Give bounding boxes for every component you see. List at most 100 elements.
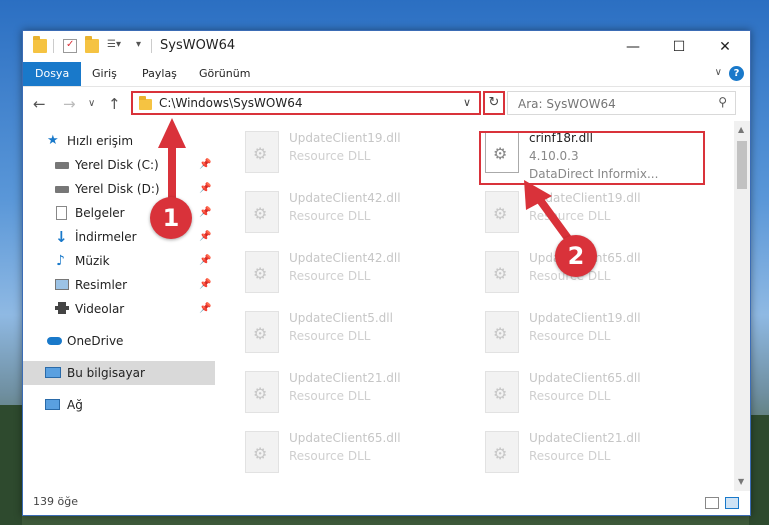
pin-icon[interactable]: 📌 (199, 153, 211, 177)
file-type: Resource DLL (529, 449, 611, 463)
vertical-scrollbar[interactable]: ▲ ▼ (734, 121, 750, 491)
dll-file-icon (485, 191, 519, 233)
sidebar-item-this-pc[interactable]: Bu bilgisayar (23, 361, 215, 385)
file-item[interactable]: UpdateClient5.dll Resource DLL (245, 309, 475, 365)
search-input[interactable] (516, 93, 720, 115)
close-button[interactable]: ✕ (702, 31, 748, 62)
help-icon[interactable]: ? (729, 66, 744, 81)
sidebar-item-music[interactable]: ♪ Müzik 📌 (23, 249, 215, 273)
navigation-pane: ★ Hızlı erişim Yerel Disk (C:) 📌 Yerel D… (23, 121, 215, 491)
sidebar-item-onedrive[interactable]: OneDrive (23, 329, 215, 353)
sidebar-item-label: Resimler (75, 278, 128, 292)
separator (151, 39, 152, 53)
new-folder-icon[interactable] (85, 36, 99, 53)
window-title: SysWOW64 (160, 38, 236, 53)
document-icon (56, 206, 67, 220)
sidebar-item-local-disk-d[interactable]: Yerel Disk (D:) 📌 (23, 177, 215, 201)
file-item[interactable]: UpdateClient42.dll Resource DLL (245, 249, 475, 305)
navigation-bar: ← → ∨ ↑ C:\Windows\SysWOW64 ∨ ↻ ⚲ (23, 87, 750, 119)
sidebar-item-label: Bu bilgisayar (67, 366, 145, 380)
drive-icon (55, 186, 69, 193)
file-item[interactable]: UpdateClient65.dll Resource DLL (485, 249, 715, 305)
customize-toolbar-icon[interactable]: ☰▾ (107, 39, 121, 53)
sidebar-item-label: Belgeler (75, 206, 125, 220)
maximize-button[interactable]: ☐ (656, 31, 702, 62)
highlight-box (479, 131, 705, 185)
search-icon[interactable]: ⚲ (718, 95, 727, 109)
scroll-thumb[interactable] (737, 141, 747, 189)
file-name: UpdateClient65.dll (529, 371, 641, 385)
file-item[interactable]: UpdateClient19.dll Resource DLL (245, 129, 475, 185)
chevron-down-icon[interactable]: ▾ (136, 39, 150, 53)
file-name: UpdateClient5.dll (289, 311, 393, 325)
back-arrow-icon[interactable]: ← (33, 95, 46, 113)
chevron-down-icon[interactable]: ∨ (463, 96, 471, 109)
file-name: UpdateClient42.dll (289, 191, 401, 205)
explorer-window: ✓ ☰▾ ▾ SysWOW64 — ☐ ✕ Dosya Giriş Paylaş… (22, 30, 751, 516)
file-type: Resource DLL (529, 329, 611, 343)
sidebar-item-network[interactable]: Ağ (23, 393, 215, 417)
address-path: C:\Windows\SysWOW64 (159, 96, 303, 110)
tab-paylas[interactable]: Paylaş (130, 62, 189, 86)
tab-giris[interactable]: Giriş (80, 62, 129, 86)
file-type: Resource DLL (529, 209, 611, 223)
star-icon: ★ (47, 133, 59, 148)
minimize-button[interactable]: — (610, 31, 656, 62)
tab-dosya[interactable]: Dosya (23, 62, 82, 86)
folder-icon (139, 96, 152, 110)
sidebar-item-label: Yerel Disk (D:) (75, 182, 160, 196)
file-item[interactable]: UpdateClient21.dll Resource DLL (245, 369, 475, 425)
sidebar-item-pictures[interactable]: Resimler 📌 (23, 273, 215, 297)
download-arrow-icon: ↓ (55, 228, 68, 246)
file-item[interactable]: UpdateClient21.dll Resource DLL (485, 429, 715, 485)
details-view-icon[interactable] (705, 497, 719, 509)
pin-icon[interactable]: 📌 (199, 297, 211, 321)
status-bar: 139 öğe (23, 491, 750, 515)
tiles-view-icon[interactable] (725, 497, 739, 509)
dll-file-icon (485, 311, 519, 353)
pin-icon[interactable]: 📌 (199, 273, 211, 297)
file-item[interactable]: UpdateClient42.dll Resource DLL (245, 189, 475, 245)
dll-file-icon (245, 131, 279, 173)
sidebar-item-videos[interactable]: Videolar 📌 (23, 297, 215, 321)
sidebar-item-label: Yerel Disk (C:) (75, 158, 159, 172)
folder-icon (33, 36, 47, 53)
file-name: UpdateClient21.dll (529, 431, 641, 445)
sidebar-item-label: Videolar (75, 302, 125, 316)
computer-icon (45, 367, 61, 378)
dll-file-icon (485, 371, 519, 413)
scroll-down-icon[interactable]: ▼ (738, 477, 744, 486)
dll-file-icon (485, 251, 519, 293)
sidebar-item-local-disk-c[interactable]: Yerel Disk (C:) 📌 (23, 153, 215, 177)
file-type: Resource DLL (289, 329, 371, 343)
recent-locations-icon[interactable]: ∨ (88, 98, 95, 109)
cloud-icon (47, 337, 62, 345)
search-box[interactable]: ⚲ (507, 91, 736, 115)
ribbon: Dosya Giriş Paylaş Görünüm ∨ ? (23, 62, 750, 87)
address-bar[interactable]: C:\Windows\SysWOW64 ∨ (131, 91, 481, 115)
music-note-icon: ♪ (56, 253, 65, 269)
pin-icon[interactable]: 📌 (199, 249, 211, 273)
sidebar-item-label: Hızlı erişim (67, 134, 134, 148)
sidebar-item-quick-access[interactable]: ★ Hızlı erişim (23, 129, 215, 153)
file-type: Resource DLL (289, 209, 371, 223)
desktop-background-right (749, 415, 769, 525)
dll-file-icon (245, 251, 279, 293)
scroll-up-icon[interactable]: ▲ (738, 125, 744, 134)
file-type: Resource DLL (289, 389, 371, 403)
tab-gorunum[interactable]: Görünüm (187, 62, 262, 86)
pin-icon[interactable]: 📌 (199, 225, 211, 249)
pin-icon[interactable]: 📌 (199, 201, 211, 225)
refresh-button[interactable]: ↻ (483, 91, 505, 115)
file-type: Resource DLL (289, 449, 371, 463)
file-name: UpdateClient19.dll (289, 131, 401, 145)
file-item[interactable]: UpdateClient65.dll Resource DLL (245, 429, 475, 485)
pin-icon[interactable]: 📌 (199, 177, 211, 201)
chevron-down-icon[interactable]: ∨ (715, 67, 722, 78)
forward-arrow-icon[interactable]: → (63, 95, 76, 113)
file-item[interactable]: UpdateClient19.dll Resource DLL (485, 189, 715, 245)
file-item[interactable]: UpdateClient19.dll Resource DLL (485, 309, 715, 365)
properties-icon[interactable]: ✓ (63, 39, 77, 53)
up-arrow-icon[interactable]: ↑ (108, 95, 121, 113)
file-item[interactable]: UpdateClient65.dll Resource DLL (485, 369, 715, 425)
